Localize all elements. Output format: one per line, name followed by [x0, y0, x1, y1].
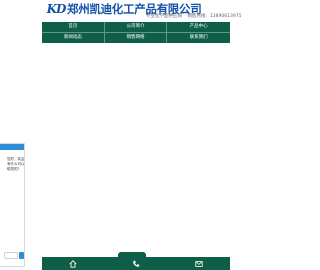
header-tagline: 专业化学品供应商 销售热线：13890613975 [146, 13, 296, 21]
message-icon [195, 260, 203, 267]
company-logo[interactable]: KD [46, 2, 67, 16]
nav-item-sales-network[interactable]: 销售网络 [105, 32, 168, 43]
tagline-slogan: 专业化学品供应商 [146, 14, 182, 19]
nav-item-news[interactable]: 新闻动态 [42, 32, 105, 43]
bottom-message-button[interactable] [167, 257, 230, 270]
tagline-phone[interactable]: 13890613975 [210, 14, 242, 19]
phone-icon [133, 260, 140, 267]
chat-panel-header[interactable] [0, 144, 24, 150]
bottom-home-button[interactable] [42, 257, 105, 270]
nav-item-products[interactable]: 产品中心 [167, 22, 230, 33]
site-header: KD 郑州凯迪化工产品有限公司 专业化学品供应商 销售热线：1389061397… [42, 0, 242, 22]
chat-input[interactable] [4, 252, 18, 259]
tagline-phone-label: 销售热线： [187, 14, 210, 19]
nav-item-contact[interactable]: 联系我们 [167, 33, 230, 44]
bottom-phone-button[interactable] [105, 257, 168, 270]
logo-text: KD [46, 2, 67, 16]
chat-panel[interactable]: 您好，欢迎 有什么可以帮 助您的？ [0, 143, 25, 267]
bottom-bar [42, 257, 230, 270]
chat-send-button[interactable] [19, 252, 24, 259]
home-icon [69, 259, 77, 268]
nav-item-about[interactable]: 公司简介 [104, 22, 168, 33]
chat-message: 您好，欢迎 有什么可以帮 助您的？ [7, 157, 24, 172]
nav-item-home[interactable]: 首页 [42, 22, 105, 33]
chat-line-3: 助您的？ [7, 167, 21, 171]
main-nav: 首页 公司简介 产品中心 新闻动态 销售网络 联系我们 [42, 22, 230, 43]
